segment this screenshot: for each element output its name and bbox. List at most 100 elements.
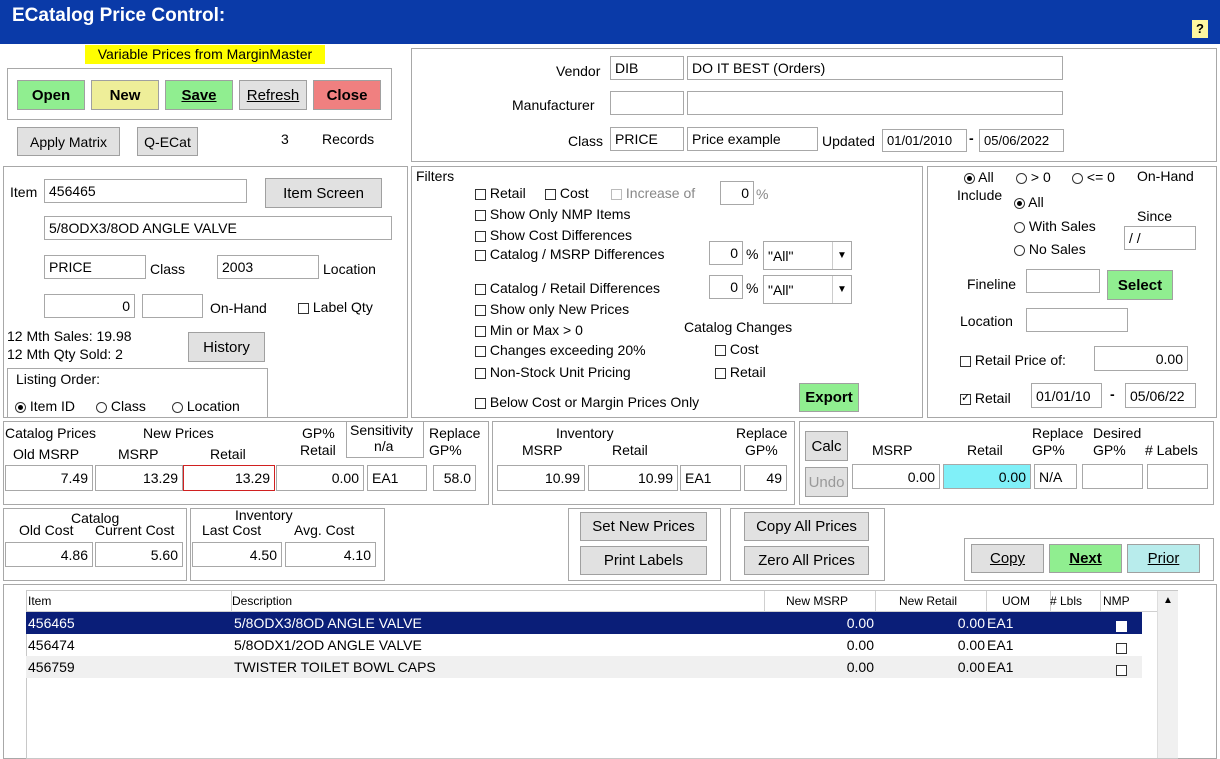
avg-cost-field[interactable]: 4.10	[285, 542, 376, 567]
cc-retail-checkbox[interactable]: Retail	[715, 364, 766, 380]
filter-cost-diff-box[interactable]	[475, 230, 486, 242]
col-header-lbls[interactable]: # Lbls	[1050, 594, 1082, 608]
onhand-gt0-dot[interactable]	[1016, 172, 1027, 184]
inventory-uom-field[interactable]: EA1	[680, 465, 741, 491]
row-nmp-checkbox[interactable]	[1116, 639, 1127, 655]
old-cost-field[interactable]: 4.86	[5, 542, 93, 567]
cc-cost-checkbox[interactable]: Cost	[715, 341, 759, 357]
table-row[interactable]: 456759 TWISTER TOILET BOWL CAPS 0.00 0.0…	[26, 656, 1142, 678]
onhand-le0-dot[interactable]	[1072, 172, 1083, 184]
cc-retail-box[interactable]	[715, 367, 726, 379]
filter-below-cost-checkbox[interactable]: Below Cost or Margin Prices Only	[475, 394, 699, 410]
label-qty-check-box[interactable]	[298, 302, 309, 314]
item-description-field[interactable]: 5/8ODX3/8OD ANGLE VALVE	[44, 216, 392, 240]
order-location-radio[interactable]: Location	[172, 398, 240, 414]
retail-price-of-field[interactable]: 0.00	[1094, 346, 1188, 371]
class-code-field[interactable]: PRICE	[610, 127, 684, 151]
copy-button[interactable]: Copy	[971, 544, 1044, 573]
onhand-gt0-radio[interactable]: > 0	[1016, 169, 1051, 185]
filter-below-cost-box[interactable]	[475, 397, 486, 409]
since-date-field[interactable]: / /	[1124, 226, 1196, 250]
row-nmp-box[interactable]	[1116, 620, 1127, 632]
calc-replace-gp-field[interactable]: N/A	[1034, 464, 1077, 489]
calc-button[interactable]: Calc	[805, 431, 848, 461]
filter-cat-msrp-box[interactable]	[475, 249, 486, 261]
increase-value-field[interactable]: 0	[720, 181, 754, 205]
apply-matrix-button[interactable]: Apply Matrix	[17, 127, 120, 156]
vendor-name-field[interactable]: DO IT BEST (Orders)	[687, 56, 1063, 80]
include-no-sales-dot[interactable]	[1014, 244, 1025, 256]
last-cost-field[interactable]: 4.50	[192, 542, 282, 567]
calc-labels-field[interactable]	[1147, 464, 1208, 489]
item-screen-button[interactable]: Item Screen	[265, 178, 382, 208]
order-class-radio-dot[interactable]	[96, 401, 107, 413]
export-button[interactable]: Export	[799, 383, 859, 412]
scroll-up-icon[interactable]: ▲	[1158, 595, 1178, 606]
cat-msrp-value-field[interactable]: 0	[709, 241, 743, 265]
retail-price-of-checkbox[interactable]: Retail Price of:	[960, 352, 1066, 368]
row-nmp-box[interactable]	[1116, 664, 1127, 676]
filter-retail-box[interactable]	[475, 188, 486, 200]
onhand-extra-field[interactable]	[142, 294, 203, 318]
calc-retail-field[interactable]: 0.00	[943, 464, 1031, 489]
col-header-description[interactable]: Description	[232, 594, 292, 608]
include-all-radio[interactable]: All	[1014, 194, 1044, 210]
help-icon[interactable]: ?	[1192, 20, 1208, 38]
class-name-field[interactable]: Price example	[687, 127, 818, 151]
table-row[interactable]: 456465 5/8ODX3/8OD ANGLE VALVE 0.00 0.00…	[26, 612, 1142, 634]
new-msrp-field[interactable]: 13.29	[95, 465, 183, 491]
row-nmp-box[interactable]	[1116, 642, 1127, 654]
calc-msrp-field[interactable]: 0.00	[852, 464, 940, 489]
filter-retail-checkbox[interactable]: Retail	[475, 185, 526, 201]
item-class-field[interactable]: PRICE	[44, 255, 146, 279]
col-header-new-retail[interactable]: New Retail	[899, 594, 957, 608]
onhand-qty-field[interactable]: 0	[44, 294, 135, 318]
copy-all-prices-button[interactable]: Copy All Prices	[744, 512, 869, 541]
include-no-sales-radio[interactable]: No Sales	[1014, 241, 1086, 257]
retail-from-field[interactable]: 01/01/10	[1031, 383, 1102, 408]
filter-cost-box[interactable]	[545, 188, 556, 200]
row-nmp-checkbox[interactable]	[1116, 617, 1127, 633]
onhand-all-radio[interactable]: All	[964, 169, 994, 185]
vendor-code-field[interactable]: DIB	[610, 56, 684, 80]
filter-increase-box[interactable]	[611, 188, 622, 200]
include-all-dot[interactable]	[1014, 197, 1025, 209]
current-cost-field[interactable]: 5.60	[95, 542, 183, 567]
cat-retail-select[interactable]: "All" ▼	[763, 275, 852, 304]
open-button[interactable]: Open	[17, 80, 85, 110]
filter-nonstock-checkbox[interactable]: Non-Stock Unit Pricing	[475, 364, 631, 380]
history-button[interactable]: History	[188, 332, 265, 362]
filter-nmp-checkbox[interactable]: Show Only NMP Items	[475, 206, 630, 222]
item-location-field[interactable]: 2003	[217, 255, 319, 279]
retail-date-checkbox[interactable]: Retail	[960, 390, 1011, 406]
inventory-replace-gp-field[interactable]: 49	[744, 465, 787, 491]
manufacturer-name-field[interactable]	[687, 91, 1063, 115]
set-new-prices-button[interactable]: Set New Prices	[580, 512, 707, 541]
include-with-sales-radio[interactable]: With Sales	[1014, 218, 1096, 234]
old-msrp-field[interactable]: 7.49	[5, 465, 93, 491]
retail-date-box[interactable]	[960, 391, 971, 405]
filter-nmp-box[interactable]	[475, 209, 486, 221]
onhand-le0-radio[interactable]: <= 0	[1072, 169, 1115, 185]
calc-desired-gp-field[interactable]	[1082, 464, 1143, 489]
catalog-uom-field[interactable]: EA1	[367, 465, 427, 491]
filter-cost-checkbox[interactable]: Cost	[545, 185, 589, 201]
retail-price-of-box[interactable]	[960, 355, 971, 367]
new-retail-field[interactable]: 13.29	[183, 465, 275, 491]
inventory-msrp-field[interactable]: 10.99	[497, 465, 585, 491]
save-button[interactable]: Save	[165, 80, 233, 110]
onhand-all-dot[interactable]	[964, 172, 975, 184]
cat-msrp-select[interactable]: "All" ▼	[763, 241, 852, 270]
table-row[interactable]: 456474 5/8ODX1/2OD ANGLE VALVE 0.00 0.00…	[26, 634, 1142, 656]
qecat-button[interactable]: Q-ECat	[137, 127, 198, 156]
next-button[interactable]: Next	[1049, 544, 1122, 573]
row-nmp-checkbox[interactable]	[1116, 661, 1127, 677]
include-with-sales-dot[interactable]	[1014, 221, 1025, 233]
filter-new-prices-checkbox[interactable]: Show only New Prices	[475, 301, 629, 317]
manufacturer-code-field[interactable]	[610, 91, 684, 115]
cat-retail-value-field[interactable]: 0	[709, 275, 743, 299]
chevron-down-icon[interactable]: ▼	[832, 242, 851, 269]
zero-all-prices-button[interactable]: Zero All Prices	[744, 546, 869, 575]
item-number-field[interactable]: 456465	[44, 179, 247, 203]
chevron-down-icon[interactable]: ▼	[832, 276, 851, 303]
